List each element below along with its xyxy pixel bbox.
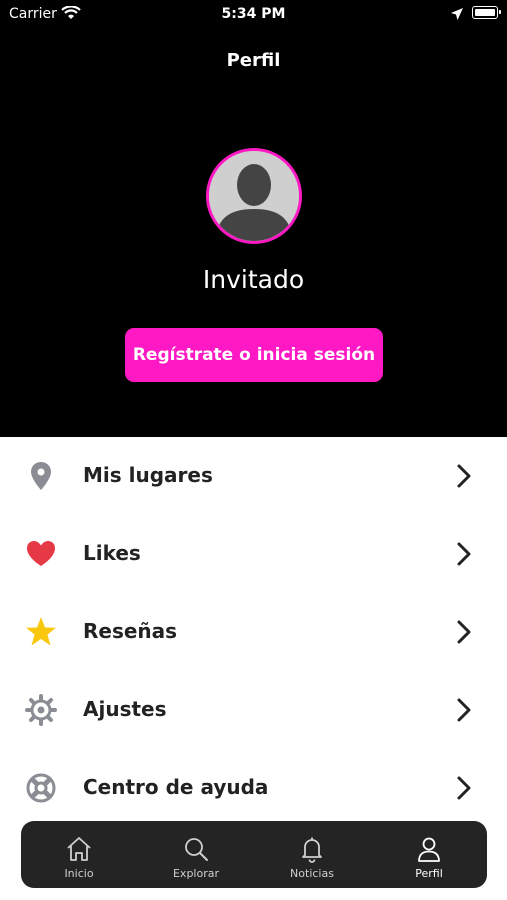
heart-icon	[24, 537, 58, 571]
user-name: Invitado	[202, 265, 305, 294]
gear-icon	[24, 693, 58, 727]
bell-icon	[298, 835, 326, 863]
status-time: 5:34 PM	[221, 6, 286, 22]
tab-inicio[interactable]: Inicio	[29, 821, 129, 888]
status-bar: Carrier 5:34 PM	[0, 0, 507, 30]
menu-item-likes[interactable]: Likes	[0, 515, 507, 593]
menu-item-label: Ajustes	[83, 697, 167, 721]
chevron-right-icon	[455, 463, 473, 489]
menu-item-label: Mis lugares	[83, 463, 213, 487]
location-pin-icon	[24, 459, 58, 493]
location-arrow-icon	[450, 7, 464, 21]
page-title: Perfil	[226, 50, 281, 71]
tab-label: Noticias	[290, 867, 334, 880]
menu-item-mis-lugares[interactable]: Mis lugares	[0, 437, 507, 515]
profile-header: Carrier 5:34 PM Perfil Invitado Regístra…	[0, 0, 507, 437]
menu-item-label: Centro de ayuda	[83, 775, 269, 799]
chevron-right-icon	[455, 619, 473, 645]
tab-noticias[interactable]: Noticias	[262, 821, 362, 888]
home-icon	[65, 835, 93, 863]
battery-icon	[472, 6, 501, 19]
user-silhouette-icon	[209, 151, 299, 241]
tab-explorar[interactable]: Explorar	[146, 821, 246, 888]
bottom-tab-bar: Inicio Explorar Noticias Perfil	[21, 817, 487, 888]
menu-item-resenas[interactable]: Reseñas	[0, 593, 507, 671]
tab-label: Explorar	[172, 867, 219, 880]
menu-item-ajustes[interactable]: Ajustes	[0, 671, 507, 749]
register-login-button[interactable]: Regístrate o inicia sesión	[125, 328, 383, 382]
star-icon	[24, 615, 58, 649]
menu-item-label: Reseñas	[83, 619, 178, 643]
menu-item-label: Likes	[83, 541, 141, 565]
chevron-right-icon	[455, 541, 473, 567]
tab-perfil[interactable]: Perfil	[379, 817, 479, 888]
user-icon	[415, 835, 443, 863]
menu-item-centro-de-ayuda[interactable]: Centro de ayuda	[0, 749, 507, 827]
lifebuoy-icon	[24, 771, 58, 805]
active-tab-indicator	[417, 817, 441, 821]
search-icon	[182, 835, 210, 863]
chevron-right-icon	[455, 775, 473, 801]
tab-label: Inicio	[64, 867, 94, 880]
tab-label: Perfil	[415, 867, 443, 880]
chevron-right-icon	[455, 697, 473, 723]
avatar[interactable]	[206, 148, 302, 244]
